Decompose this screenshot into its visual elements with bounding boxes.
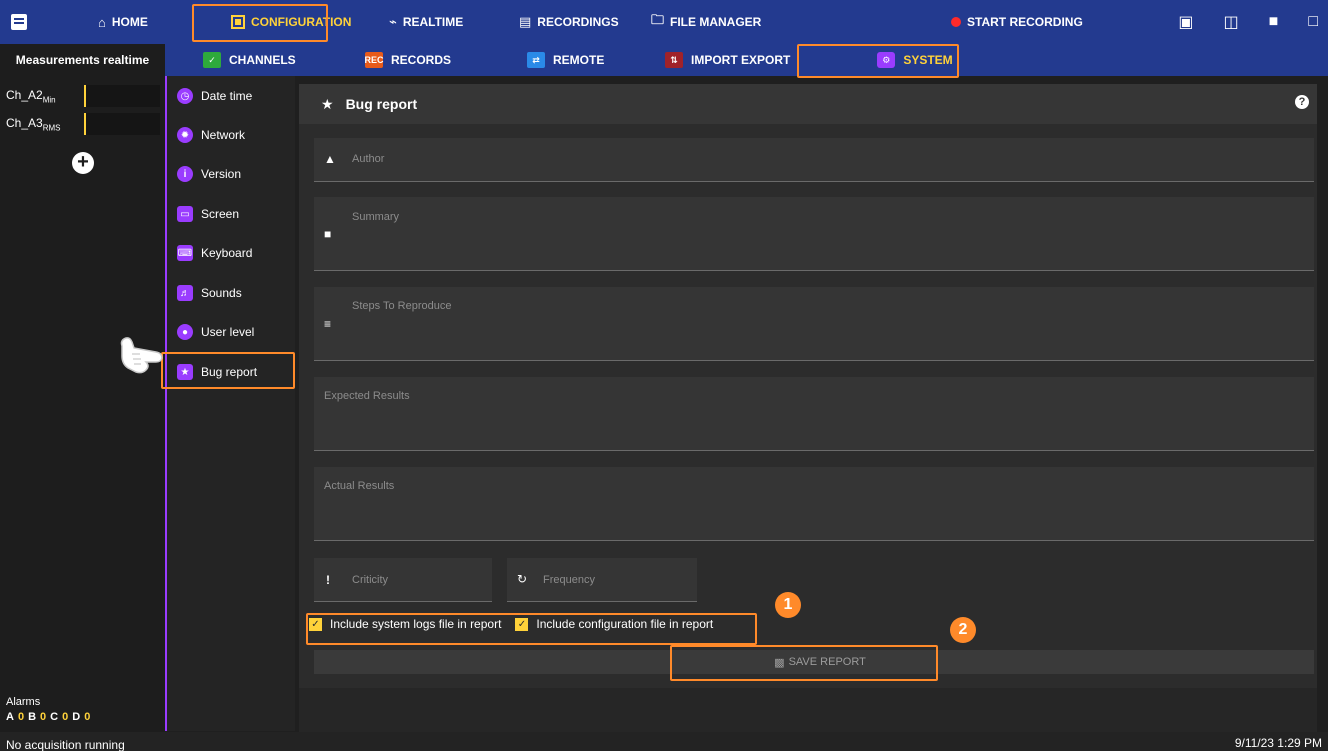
save-icon: ▩	[774, 656, 785, 669]
expected-results-field[interactable]: Expected Results	[314, 377, 1314, 451]
layout-icon[interactable]: ◫	[1224, 12, 1239, 32]
monitor-icon: ▭	[177, 206, 193, 222]
pointing-hand-icon	[120, 337, 163, 374]
author-field[interactable]: ▲ Author	[314, 138, 1314, 182]
criticity-field[interactable]: ! Criticity	[314, 558, 492, 602]
form-title: Bug report	[345, 96, 418, 112]
menu-date-time[interactable]: ◷ Date time	[177, 84, 252, 108]
top-nav-bar: ⌂ HOME CONFIGURATION ⌁ REALTIME ▤ RECORD…	[0, 0, 1328, 44]
nav-home[interactable]: ⌂ HOME	[90, 0, 185, 44]
channels-icon: ✓	[203, 52, 221, 68]
recordings-icon: ▤	[519, 14, 532, 29]
record-dot-icon	[951, 17, 961, 27]
steps-field[interactable]: ≡ Steps To Reproduce	[314, 287, 1314, 361]
status-datetime: 9/11/23 1:29 PM	[1234, 736, 1322, 750]
acquisition-status: No acquisition running	[6, 738, 125, 751]
configuration-icon	[231, 15, 245, 29]
exclamation-icon: !	[326, 573, 330, 587]
keyboard-icon: ⌨	[177, 245, 193, 261]
callout-badge-1: 1	[775, 592, 801, 618]
frequency-field[interactable]: ↻ Frequency	[507, 558, 697, 602]
menu-version[interactable]: i Version	[177, 162, 241, 186]
add-channel-icon[interactable]: +	[72, 152, 94, 174]
comment-icon: ■	[324, 227, 332, 241]
tab-channels[interactable]: ✓ CHANNELS	[203, 44, 365, 76]
menu-sounds[interactable]: ♬ Sounds	[177, 281, 242, 305]
alarms-label: Alarms	[6, 696, 41, 708]
include-logs-label: Include system logs file in report	[330, 617, 502, 631]
home-icon: ⌂	[98, 14, 106, 30]
system-gear-icon: ⚙	[877, 52, 896, 68]
menu-keyboard[interactable]: ⌨ Keyboard	[177, 241, 252, 265]
help-icon[interactable]: ?	[1295, 95, 1309, 109]
person-icon: ▲	[324, 152, 336, 166]
form-header: ★ Bug report ?	[299, 84, 1317, 124]
nav-realtime[interactable]: ⌁ REALTIME	[381, 0, 511, 44]
menu-bug-report[interactable]: ★ Bug report	[177, 360, 257, 384]
lock-open-icon[interactable]: □	[1308, 13, 1318, 31]
clock-icon: ◷	[177, 88, 193, 104]
speaker-icon: ♬	[177, 285, 193, 301]
realtime-icon: ⌁	[389, 14, 397, 29]
summary-field[interactable]: ■ Summary	[314, 197, 1314, 271]
tab-remote[interactable]: ⇄ REMOTE	[527, 44, 665, 76]
save-report-button[interactable]: ▩ SAVE REPORT	[686, 650, 954, 674]
menu-network[interactable]: ✹ Network	[177, 123, 245, 147]
measurements-realtime-title: Measurements realtime	[0, 44, 165, 76]
tab-records[interactable]: REC RECORDS	[365, 44, 527, 76]
import-export-icon: ⇅	[665, 52, 683, 68]
tab-import-export[interactable]: ⇅ IMPORT EXPORT	[665, 44, 840, 76]
alarm-indicators: A0 B0 C0 D0	[6, 711, 91, 723]
lock-icon[interactable]: ■	[1269, 13, 1279, 31]
sub-nav-bar: Measurements realtime ✓ CHANNELS REC REC…	[0, 44, 1328, 76]
app-menu-icon[interactable]	[8, 11, 30, 33]
include-config-label: Include configuration file in report	[536, 617, 714, 631]
save-bar: ▩ SAVE REPORT	[314, 650, 1314, 674]
channel-row[interactable]: Ch_A2Min	[6, 84, 160, 108]
list-icon: ≡	[324, 317, 332, 331]
remote-icon: ⇄	[527, 52, 545, 68]
callout-badge-2: 2	[950, 617, 976, 643]
menu-screen[interactable]: ▭ Screen	[177, 202, 239, 226]
bug-icon: ★	[177, 364, 193, 380]
system-menu: ◷ Date time ✹ Network i Version ▭ Screen ⌨ Ke…	[165, 76, 295, 731]
nav-configuration[interactable]: CONFIGURATION	[223, 0, 381, 44]
include-logs-checkbox[interactable]: ✓	[309, 617, 322, 631]
frequency-icon: ↻	[517, 572, 528, 586]
channels-panel: Ch_A2Min Ch_A3RMS + Alarms A0 B0 C0 D0	[0, 76, 165, 751]
user-icon: ●	[177, 324, 193, 340]
channel-row[interactable]: Ch_A3RMS	[6, 112, 160, 136]
include-config-checkbox[interactable]: ✓	[515, 617, 529, 631]
bug-icon: ★	[321, 95, 334, 112]
camera-icon[interactable]: ▣	[1178, 12, 1193, 32]
bug-report-form: ★ Bug report ? ▲ Author ■ Summary ≡ Step…	[299, 84, 1317, 688]
records-icon: REC	[365, 52, 384, 68]
folder-icon: 🗀	[651, 12, 665, 27]
form-footer-area	[299, 688, 1317, 732]
include-options: ✓ Include system logs file in report ✓ I…	[309, 617, 713, 631]
nav-file-manager[interactable]: 🗀 FILE MANAGER	[643, 0, 793, 44]
network-icon: ✹	[177, 127, 193, 143]
info-icon: i	[177, 166, 193, 182]
tab-system[interactable]: ⚙ SYSTEM	[840, 44, 990, 76]
actual-results-field[interactable]: Actual Results	[314, 467, 1314, 541]
status-bar	[0, 732, 1328, 751]
menu-user-level[interactable]: ● User level	[177, 320, 254, 344]
start-recording-button[interactable]: START RECORDING	[943, 0, 1091, 44]
nav-recordings[interactable]: ▤ RECORDINGS	[511, 0, 643, 44]
